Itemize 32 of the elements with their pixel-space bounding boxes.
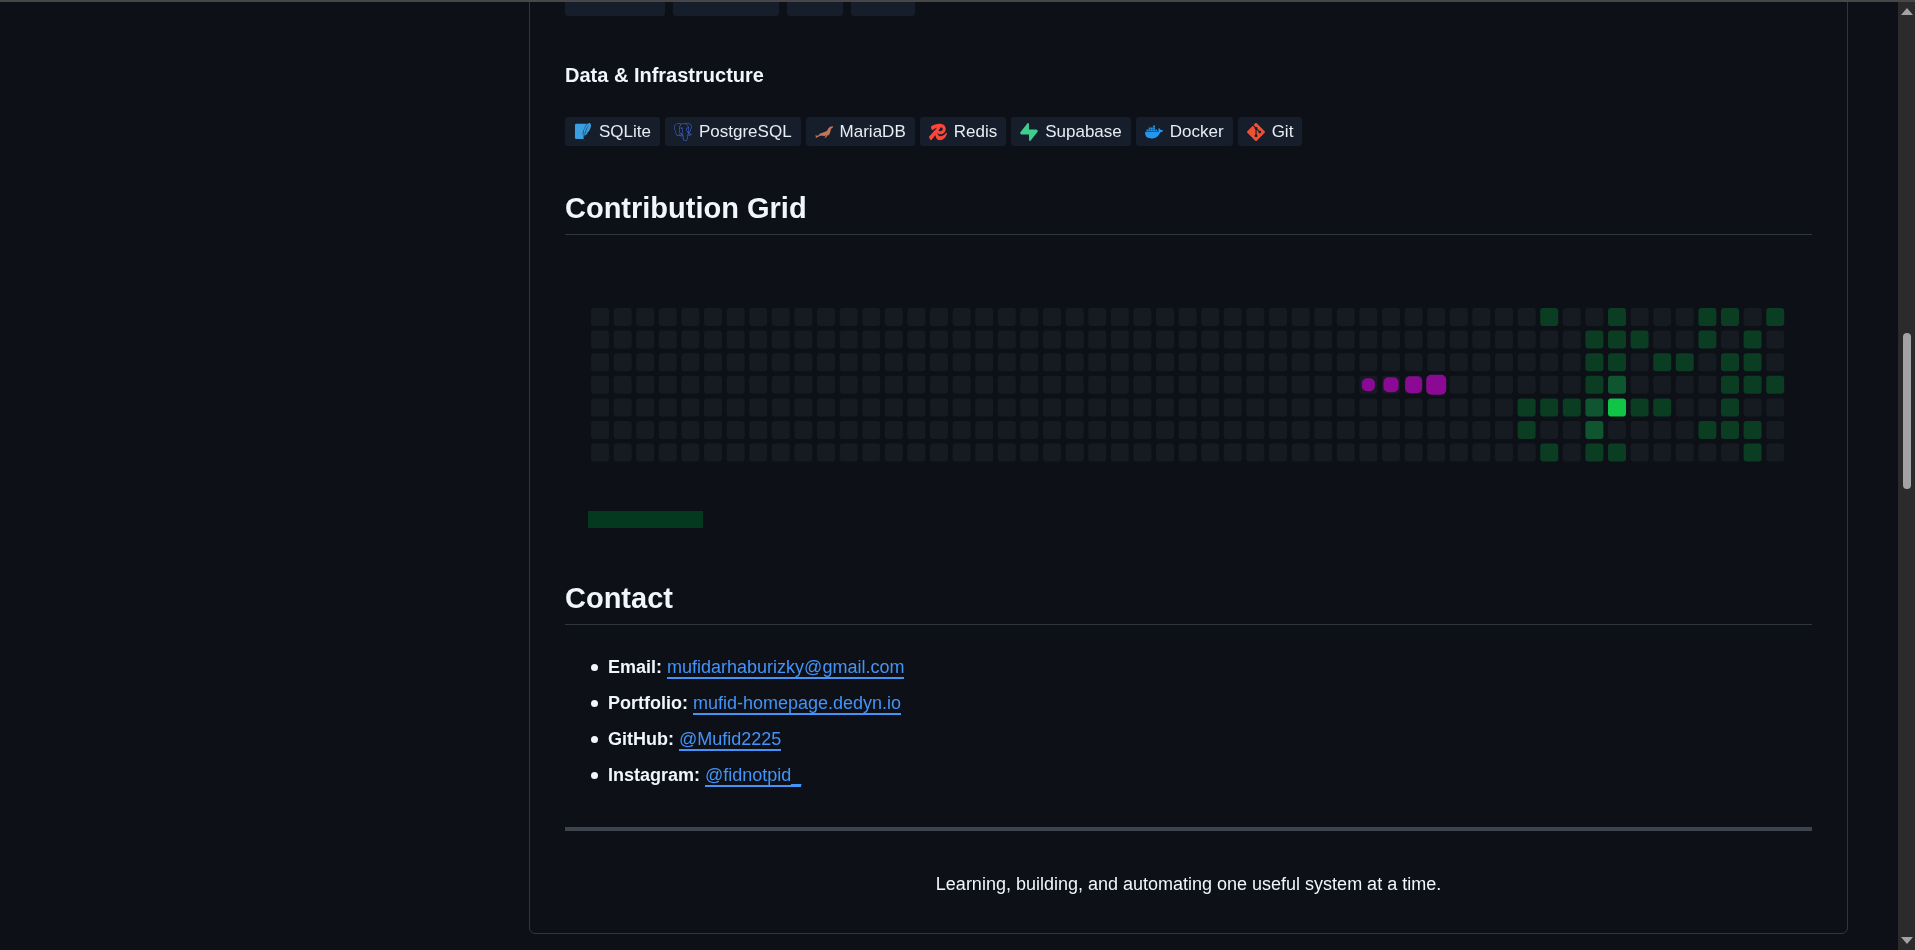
feather-logo-icon [574,122,592,141]
contact-link[interactable]: mufidarhaburizky@gmail.com [667,657,905,679]
scrollbar-thumb[interactable] [1902,333,1911,489]
contact-link[interactable]: @Mufid2225 [679,729,782,751]
contact-item: Portfolio: mufid-homepage.dedyn.io [608,692,902,717]
scroll-down-icon[interactable] [1900,937,1913,944]
section-heading: Data & Infrastructure [565,63,765,88]
footer-tagline: Learning, building, and automating one useful system at a time. [934,873,1443,896]
tech-badge: SQLite [565,117,660,146]
tech-badge: PostgreSQL [665,117,801,146]
contact-item: GitHub: @Mufid2225 [608,728,782,753]
tech-badge: Docker [1135,117,1233,146]
elephant-logo-icon [674,122,692,141]
tech-badge: Redis [919,117,1007,146]
branch-logo-icon [1246,122,1265,141]
stack-logo-icon [928,122,947,141]
scrollbar[interactable] [1898,2,1915,950]
bullet-icon [591,735,598,743]
bullet-icon [591,699,598,707]
section-heading: Contact [565,581,674,616]
scroll-up-icon[interactable] [1900,8,1913,15]
tech-badge: MariaDB [805,117,915,146]
bullet-icon [591,663,598,671]
tech-badge: Git [1237,117,1303,146]
tech-badge: Supabase [1011,117,1131,146]
contact-link[interactable]: @fidnotpid_ [705,765,802,787]
contact-link[interactable]: mufid-homepage.dedyn.io [693,693,902,715]
bolt-logo-icon [1020,122,1039,141]
contact-item: Email: mufidarhaburizky@gmail.com [608,656,905,681]
bullet-icon [591,771,598,779]
section-heading: Contribution Grid [565,191,808,226]
contact-item: Instagram: @fidnotpid_ [608,764,802,789]
